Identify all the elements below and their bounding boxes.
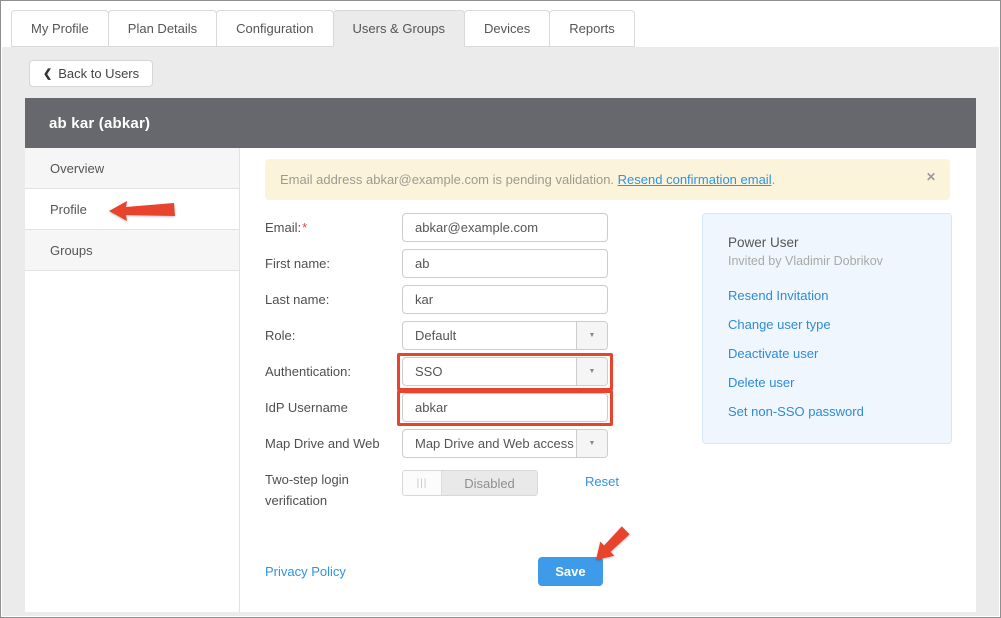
map-drive-label: Map Drive and Web: [265, 436, 402, 451]
email-label: Email:*: [265, 220, 402, 235]
chevron-down-icon: ▼: [576, 358, 607, 385]
user-sidebar: Overview Profile Groups: [25, 148, 240, 612]
profile-main: Email address abkar@example.com is pendi…: [240, 148, 976, 612]
sidebar-item-overview[interactable]: Overview: [25, 148, 239, 189]
email-field[interactable]: [402, 213, 608, 242]
authentication-select-value: SSO: [403, 358, 576, 385]
map-drive-select[interactable]: Map Drive and Web access ▼: [402, 429, 608, 458]
page-title: ab kar (abkar): [49, 115, 150, 132]
role-select[interactable]: Default ▼: [402, 321, 608, 350]
workspace: ❮ Back to Users ab kar (abkar) Overview …: [2, 47, 999, 616]
authentication-label: Authentication:: [265, 364, 402, 379]
banner-text: Email address abkar@example.com is pendi…: [280, 172, 614, 187]
reset-link[interactable]: Reset: [585, 474, 619, 489]
two-step-label: Two-step login verification: [265, 468, 402, 512]
tab-users-groups[interactable]: Users & Groups: [333, 10, 465, 47]
email-row: Email:*: [265, 213, 619, 242]
save-button[interactable]: Save: [538, 557, 603, 586]
user-type-panel: Power User Invited by Vladimir Dobrikov …: [702, 213, 952, 444]
profile-form: Email:* First name: Last name: Role:: [265, 213, 619, 519]
role-row: Role: Default ▼: [265, 321, 619, 350]
first-name-row: First name:: [265, 249, 619, 278]
app-window: My Profile Plan Details Configuration Us…: [0, 0, 1001, 618]
first-name-label: First name:: [265, 256, 402, 271]
first-name-field[interactable]: [402, 249, 608, 278]
idp-username-label: IdP Username: [265, 400, 402, 415]
idp-username-field[interactable]: [402, 393, 608, 422]
two-step-row: Two-step login verification ||| Disabled…: [265, 468, 619, 512]
user-type-title: Power User: [728, 235, 933, 250]
sidebar-item-groups[interactable]: Groups: [25, 230, 239, 271]
tab-my-profile[interactable]: My Profile: [11, 10, 109, 47]
set-non-sso-password-link[interactable]: Set non-SSO password: [728, 404, 933, 419]
toggle-grip-icon: |||: [403, 471, 442, 495]
close-icon[interactable]: ✕: [926, 170, 936, 184]
map-drive-row: Map Drive and Web Map Drive and Web acce…: [265, 429, 619, 458]
authentication-select[interactable]: SSO ▼: [402, 357, 608, 386]
role-select-value: Default: [403, 322, 576, 349]
top-tabbar: My Profile Plan Details Configuration Us…: [1, 1, 1000, 47]
validation-banner: Email address abkar@example.com is pendi…: [265, 159, 950, 200]
role-label: Role:: [265, 328, 402, 343]
last-name-row: Last name:: [265, 285, 619, 314]
tab-plan-details[interactable]: Plan Details: [108, 10, 217, 47]
chevron-left-icon: ❮: [43, 67, 52, 80]
last-name-field[interactable]: [402, 285, 608, 314]
user-detail-panel: Overview Profile Groups Email address ab…: [25, 148, 976, 612]
resend-confirmation-link[interactable]: Resend confirmation email: [618, 172, 772, 187]
tab-configuration[interactable]: Configuration: [216, 10, 333, 47]
idp-username-row: IdP Username: [265, 393, 619, 422]
tab-reports[interactable]: Reports: [549, 10, 635, 47]
back-to-users-button[interactable]: ❮ Back to Users: [29, 60, 153, 87]
authentication-row: Authentication: SSO ▼: [265, 357, 619, 386]
privacy-policy-link[interactable]: Privacy Policy: [265, 564, 346, 579]
delete-user-link[interactable]: Delete user: [728, 375, 933, 390]
two-step-toggle-state: Disabled: [442, 471, 537, 495]
sidebar-item-profile[interactable]: Profile: [25, 189, 239, 230]
chevron-down-icon: ▼: [576, 430, 607, 457]
required-asterisk: *: [302, 220, 307, 235]
last-name-label: Last name:: [265, 292, 402, 307]
invited-by-text: Invited by Vladimir Dobrikov: [728, 254, 933, 268]
deactivate-user-link[interactable]: Deactivate user: [728, 346, 933, 361]
change-user-type-link[interactable]: Change user type: [728, 317, 933, 332]
back-button-label: Back to Users: [58, 66, 139, 81]
resend-invitation-link[interactable]: Resend Invitation: [728, 288, 933, 303]
map-drive-select-value: Map Drive and Web access: [403, 430, 576, 457]
form-footer: Privacy Policy Save: [265, 557, 603, 586]
tab-devices[interactable]: Devices: [464, 10, 550, 47]
banner-suffix: .: [772, 172, 776, 187]
user-header: ab kar (abkar): [25, 98, 976, 148]
two-step-toggle[interactable]: ||| Disabled: [402, 470, 538, 496]
chevron-down-icon: ▼: [576, 322, 607, 349]
